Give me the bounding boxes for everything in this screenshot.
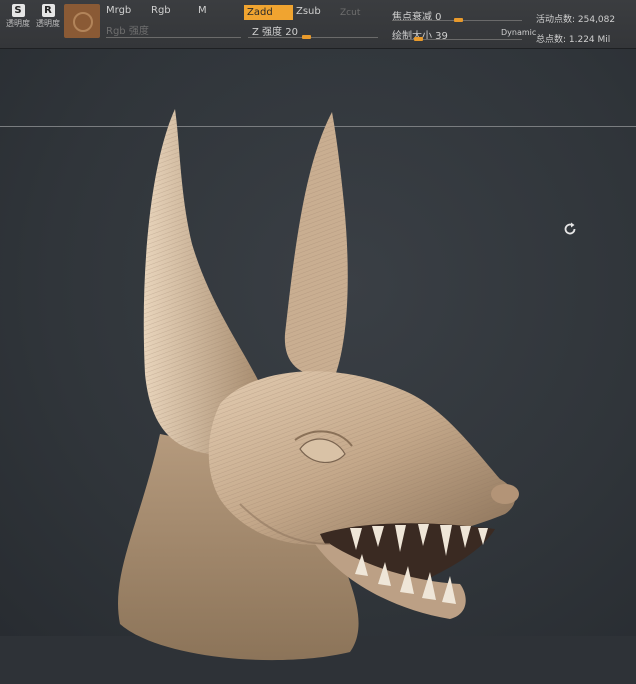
zadd-button[interactable]: Zadd: [244, 5, 293, 20]
viewport-canvas[interactable]: [0, 49, 636, 661]
dynamic-toggle[interactable]: Dynamic: [501, 28, 536, 37]
sculpted-jackal-head: [118, 109, 519, 661]
z-intensity-slider[interactable]: [248, 37, 378, 38]
z-intensity-slider-knob[interactable]: [302, 35, 311, 39]
total-points-readout: 总点数: 1.224 Mil: [536, 35, 611, 45]
rotate-icon[interactable]: [562, 221, 578, 237]
z-intensity-label: Z 强度 20: [252, 27, 298, 38]
toolbar-button-1[interactable]: S 透明度: [3, 4, 33, 42]
r-icon: R: [41, 4, 55, 17]
material-ring-icon: [73, 12, 93, 32]
toolbar-button-1-label: 透明度: [6, 19, 30, 28]
mrgb-button[interactable]: Mrgb: [106, 5, 131, 16]
s-icon: S: [11, 4, 25, 17]
draw-size-slider[interactable]: [392, 39, 522, 40]
toolbar-button-2[interactable]: R 透明度: [33, 4, 63, 42]
top-toolbar: S 透明度 R 透明度 Mrgb Rgb M Rgb 强度 Zadd Zsub …: [0, 0, 636, 49]
focal-shift-slider-knob[interactable]: [454, 18, 463, 22]
active-points-readout: 活动点数: 254,082: [536, 15, 616, 25]
material-swatch[interactable]: [64, 4, 100, 38]
rgb-button[interactable]: Rgb: [151, 5, 171, 16]
zsub-button[interactable]: Zsub: [296, 6, 321, 17]
zcut-button[interactable]: Zcut: [340, 8, 360, 18]
toolbar-button-2-label: 透明度: [36, 19, 60, 28]
draw-size-slider-knob[interactable]: [414, 37, 423, 41]
rgb-intensity-slider[interactable]: [106, 37, 241, 38]
m-button[interactable]: M: [198, 5, 207, 16]
rgb-intensity-slider-label: Rgb 强度: [106, 26, 149, 37]
